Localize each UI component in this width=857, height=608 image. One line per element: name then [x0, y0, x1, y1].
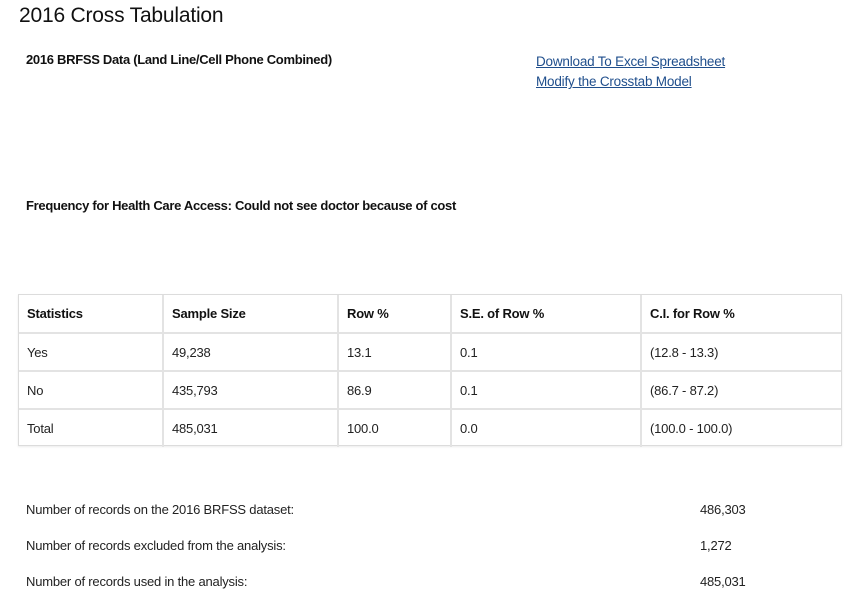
summary-label: Number of records on the 2016 BRFSS data…	[26, 502, 294, 517]
summary-row-used-records: Number of records used in the analysis: …	[26, 572, 766, 608]
table-header-row: Statistics Sample Size Row % S.E. of Row…	[19, 295, 841, 334]
header-statistics: Statistics	[19, 295, 164, 334]
cell-ci: (12.8 - 13.3)	[640, 332, 841, 372]
download-excel-link[interactable]: Download To Excel Spreadsheet	[536, 52, 725, 72]
crosstab-table: Statistics Sample Size Row % S.E. of Row…	[19, 295, 841, 447]
cell-row-percent: 13.1	[337, 332, 452, 372]
summary-value: 486,303	[700, 502, 746, 517]
frequency-heading: Frequency for Health Care Access: Could …	[26, 198, 457, 213]
header-row-percent: Row %	[337, 295, 452, 334]
records-summary: Number of records on the 2016 BRFSS data…	[26, 500, 766, 608]
table-row: Total 485,031 100.0 0.0 (100.0 - 100.0)	[19, 408, 841, 447]
cell-sample-size: 435,793	[162, 370, 339, 410]
summary-row-total-records: Number of records on the 2016 BRFSS data…	[26, 500, 766, 536]
summary-value: 485,031	[700, 574, 746, 589]
cell-sample-size: 49,238	[162, 332, 339, 372]
cell-sample-size: 485,031	[162, 408, 339, 447]
summary-label: Number of records excluded from the anal…	[26, 538, 286, 553]
cell-statistic: No	[19, 370, 164, 410]
summary-row-excluded-records: Number of records excluded from the anal…	[26, 536, 766, 572]
table-row: No 435,793 86.9 0.1 (86.7 - 87.2)	[19, 370, 841, 410]
page-title: 2016 Cross Tabulation	[19, 4, 224, 27]
summary-label: Number of records used in the analysis:	[26, 574, 248, 589]
cell-ci: (86.7 - 87.2)	[640, 370, 841, 410]
crosstab-table-container: Statistics Sample Size Row % S.E. of Row…	[18, 294, 842, 447]
action-links: Download To Excel Spreadsheet Modify the…	[536, 52, 725, 92]
table-row: Yes 49,238 13.1 0.1 (12.8 - 13.3)	[19, 332, 841, 372]
dataset-label: 2016 BRFSS Data (Land Line/Cell Phone Co…	[26, 52, 332, 67]
cell-row-percent: 86.9	[337, 370, 452, 410]
cell-ci: (100.0 - 100.0)	[640, 408, 841, 447]
cell-se: 0.1	[450, 370, 642, 410]
cell-se: 0.0	[450, 408, 642, 447]
header-se-row-percent: S.E. of Row %	[450, 295, 642, 334]
header-ci-row-percent: C.I. for Row %	[640, 295, 841, 334]
modify-crosstab-link[interactable]: Modify the Crosstab Model	[536, 72, 725, 92]
cell-statistic: Yes	[19, 332, 164, 372]
summary-value: 1,272	[700, 538, 732, 553]
cell-se: 0.1	[450, 332, 642, 372]
cell-row-percent: 100.0	[337, 408, 452, 447]
cell-statistic: Total	[19, 408, 164, 447]
header-sample-size: Sample Size	[162, 295, 339, 334]
